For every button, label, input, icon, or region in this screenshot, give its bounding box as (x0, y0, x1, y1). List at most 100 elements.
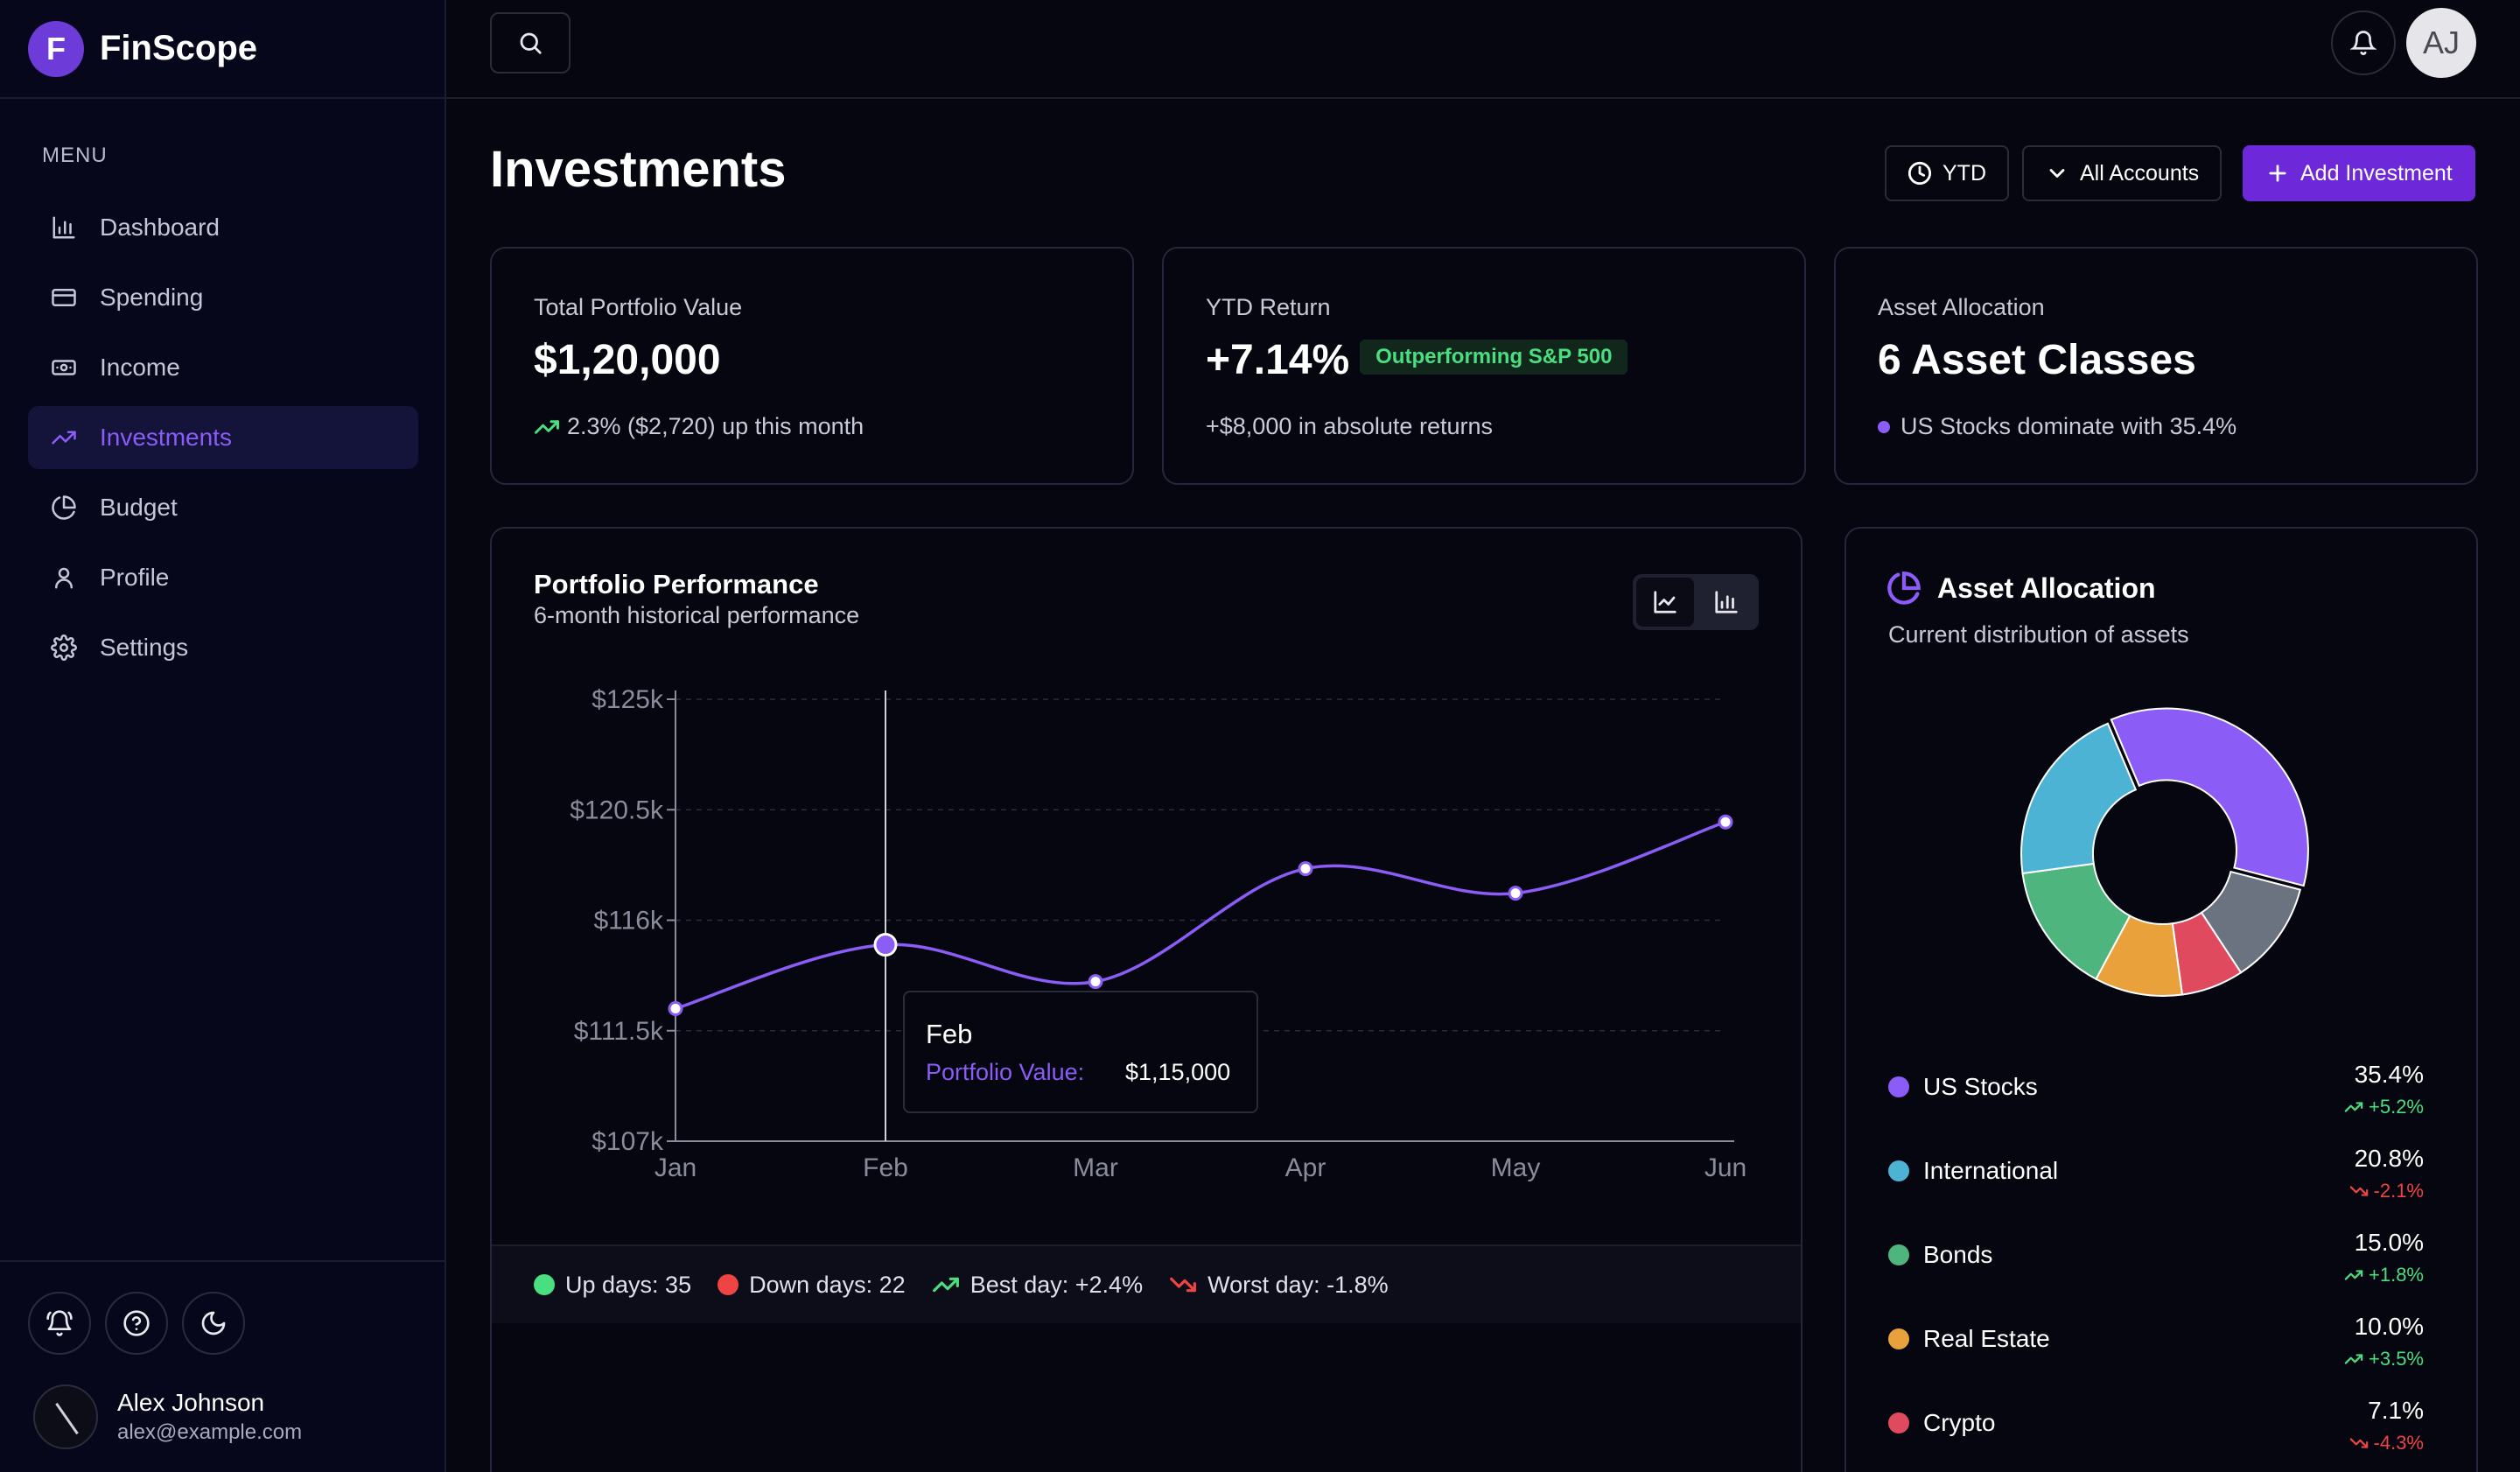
asset-change-text: +3.5% (2369, 1348, 2424, 1370)
best-day-label: Best day: +2.4% (970, 1271, 1144, 1298)
list-item[interactable]: Real Estate 10.0% +3.5% (1888, 1313, 2424, 1397)
stat-label: YTD Return (1206, 294, 1331, 320)
accounts-label: All Accounts (2080, 160, 2200, 186)
search-button[interactable] (490, 12, 570, 74)
brand[interactable]: F FinScope (0, 0, 444, 99)
stat-sub: 2.3% ($2,720) up this month (534, 413, 864, 440)
sidebar-item-investments[interactable]: Investments (28, 406, 418, 469)
list-item[interactable]: US Stocks 35.4% +5.2% (1888, 1061, 2424, 1145)
plus-icon (2269, 165, 2286, 182)
x-tick-label: Mar (1073, 1153, 1118, 1182)
topbar: AJ (446, 0, 2520, 99)
pie-chart-icon (52, 495, 76, 520)
stat-value-text: +7.14% (1206, 337, 1350, 383)
donut-slice (2110, 707, 2309, 887)
trending-up-icon (932, 1277, 959, 1293)
up-days-label: Up days: 35 (565, 1271, 692, 1298)
list-item[interactable]: Bonds 15.0% +1.8% (1888, 1229, 2424, 1313)
y-tick-label: $120.5k (570, 796, 664, 824)
sidebar-item-settings[interactable]: Settings (28, 616, 418, 679)
tooltip-title: Feb (926, 1019, 973, 1049)
portfolio-value-card: Total Portfolio Value $1,20,000 2.3% ($2… (490, 247, 1134, 485)
add-investment-label: Add Investment (2300, 160, 2453, 186)
performance-chart: $125k $120.5k $116k $111.5k $107kJan Feb Mar Ap… (570, 685, 1746, 1182)
sidebar-item-label: Profile (100, 564, 170, 591)
asset-percent: 15.0% (2354, 1229, 2424, 1256)
y-tick-label: $116k (593, 907, 664, 936)
sidebar-item-dashboard[interactable]: Dashboard (28, 196, 418, 259)
asset-change-text: +1.8% (2369, 1264, 2424, 1286)
trending-up-icon (2344, 1270, 2363, 1280)
asset-change: -2.1% (2349, 1180, 2424, 1202)
user-avatar[interactable]: AJ (2406, 8, 2476, 78)
menu-label: MENU (42, 144, 108, 167)
asset-name: US Stocks (1923, 1073, 2038, 1100)
chevron-down-icon (2049, 169, 2065, 178)
allocation-donut-chart (2020, 707, 2309, 997)
user-icon (55, 567, 73, 589)
data-point (1088, 974, 1103, 990)
asset-percent: 20.8% (2354, 1145, 2424, 1172)
x-tick-label: Feb (863, 1153, 908, 1182)
stat-sub: +$8,000 in absolute returns (1206, 413, 1493, 439)
gear-icon (51, 634, 77, 661)
notifications-button[interactable] (28, 1292, 91, 1355)
tooltip-label: Portfolio Value: (926, 1059, 1085, 1085)
best-day-stat: Best day: +2.4% (932, 1271, 1143, 1299)
y-tick-label: $107k (592, 1127, 664, 1156)
asset-change: +3.5% (2344, 1348, 2424, 1370)
stat-label: Asset Allocation (1878, 294, 2045, 320)
add-investment-button[interactable]: Add Investment (2243, 145, 2475, 201)
stat-sub: US Stocks dominate with 35.4% (1878, 413, 2236, 440)
x-tick-label: Jan (654, 1153, 696, 1182)
sidebar-item-budget[interactable]: Budget (28, 476, 418, 539)
performance-card: Portfolio Performance 6-month historical… (490, 527, 1802, 1472)
period-select[interactable]: YTD (1885, 145, 2009, 201)
list-item[interactable]: International 20.8% -2.1% (1888, 1145, 2424, 1229)
asset-name: Real Estate (1923, 1325, 2050, 1352)
y-tick-label: $125k (592, 685, 664, 714)
user-profile[interactable]: Alex Johnson alex@example.com (33, 1384, 302, 1449)
sidebar-item-income[interactable]: Income (28, 336, 418, 399)
asset-change-text: +5.2% (2369, 1096, 2424, 1118)
stat-value: +7.14% Outperforming S&P 500 (1206, 336, 1628, 384)
page-title: Investments (490, 141, 787, 198)
x-tick-label: Apr (1285, 1153, 1326, 1182)
asset-name: Bonds (1923, 1241, 1993, 1268)
asset-change: +1.8% (2344, 1264, 2424, 1286)
trending-down-icon (2349, 1186, 2368, 1196)
asset-name: Crypto (1923, 1409, 1996, 1436)
x-tick-label: Jun (1704, 1153, 1746, 1182)
notifications-bell-button[interactable] (2331, 11, 2396, 75)
legend-dot (1888, 1328, 1909, 1349)
asset-percent: 35.4% (2354, 1061, 2424, 1088)
ytd-return-card: YTD Return +7.14% Outperforming S&P 500 +… (1162, 247, 1806, 485)
sidebar-item-label: Budget (100, 494, 178, 521)
sidebar-item-profile[interactable]: Profile (28, 546, 418, 609)
series-line (675, 820, 1726, 1011)
accounts-filter[interactable]: All Accounts (2022, 145, 2222, 201)
theme-toggle-button[interactable] (182, 1292, 245, 1355)
help-button[interactable] (105, 1292, 168, 1355)
list-item[interactable]: Crypto 7.1% -4.3% (1888, 1397, 2424, 1472)
bell-ring-icon (46, 1310, 73, 1336)
allocation-legend: US Stocks 35.4% +5.2% International 20.8% -2.… (1888, 1061, 2424, 1472)
sidebar-item-label: Spending (100, 284, 204, 311)
sidebar-item-label: Settings (100, 634, 189, 661)
donut-slice (2020, 722, 2138, 875)
asset-allocation-card: Asset Allocation 6 Asset Classes US Stoc… (1834, 247, 2478, 485)
period-label: YTD (1942, 160, 1986, 186)
data-point (1298, 861, 1313, 877)
asset-change-text: -4.3% (2373, 1432, 2424, 1454)
down-days-stat: Down days: 22 (718, 1272, 906, 1299)
sidebar-footer: Alex Johnson alex@example.com (0, 1260, 444, 1472)
data-point (668, 1001, 683, 1016)
up-days-stat: Up days: 35 (534, 1272, 691, 1299)
stat-value: 6 Asset Classes (1878, 337, 2196, 383)
trending-up-icon (2344, 1102, 2363, 1112)
sidebar-item-spending[interactable]: Spending (28, 266, 418, 329)
bell-icon (2350, 31, 2376, 55)
banknote-icon (52, 360, 76, 375)
y-tick-label: $111.5k (574, 1017, 664, 1046)
trending-up-icon (52, 431, 76, 445)
